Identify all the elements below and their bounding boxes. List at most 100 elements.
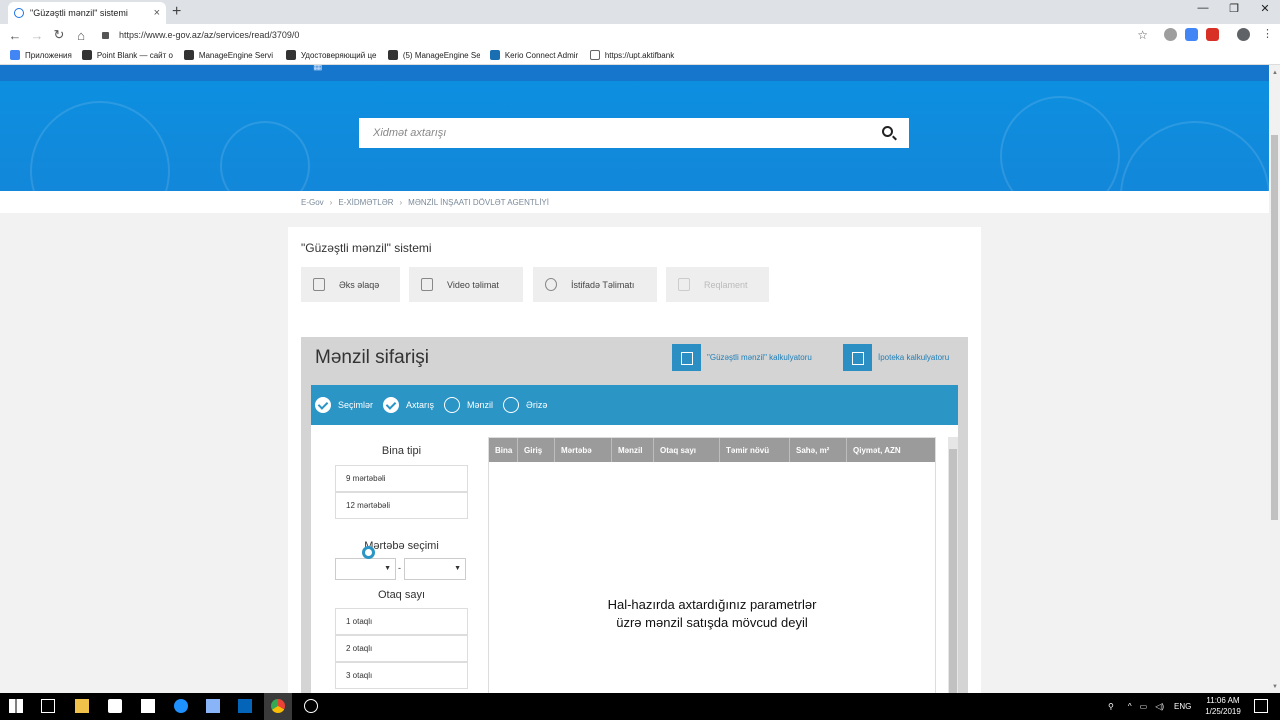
menu-dots-icon[interactable]: ⋮ — [1262, 27, 1275, 40]
windows-taskbar: ⚲ ^ ▭ ◁) ENG 11:06 AM 1/25/2019 — [0, 693, 1280, 720]
forward-arrow-icon[interactable]: → — [26, 28, 48, 43]
decoration-icon — [30, 101, 170, 191]
chrome-icon[interactable] — [271, 699, 285, 713]
search-icon[interactable] — [882, 126, 893, 137]
apps-grid-icon — [10, 50, 20, 60]
bookmark-apps[interactable]: Приложения — [10, 50, 72, 60]
store-icon[interactable] — [108, 699, 122, 713]
edge-browser-icon[interactable] — [174, 699, 188, 713]
mail-icon[interactable] — [141, 699, 155, 713]
check-circle-icon — [383, 397, 400, 413]
outlook-icon[interactable] — [238, 699, 252, 713]
manageengine-icon — [387, 50, 398, 60]
mortgage-calculator-link[interactable]: İpoteka kalkulyatoru — [843, 344, 949, 371]
user-guide-button[interactable]: İstifadə Təlimatı — [533, 267, 657, 302]
back-arrow-icon[interactable]: ← — [4, 28, 26, 43]
scroll-down-icon[interactable]: ▼ — [1272, 684, 1278, 690]
browser-tab[interactable]: "Güzəştli mənzil" sistemi × — [8, 2, 166, 24]
page-scrollbar[interactable]: ▲ ▼ — [1269, 65, 1280, 693]
tab-title: "Güzəştli mənzil" sistemi — [30, 8, 128, 18]
video-guide-button[interactable]: Video təlimat — [409, 267, 523, 302]
rooms-option[interactable]: 2 otaqlı — [335, 635, 468, 662]
pdf-extension-icon[interactable] — [1206, 28, 1219, 41]
minimize-button[interactable]: — — [1188, 2, 1218, 14]
bookmark-label: Kerio Connect Admir — [504, 50, 579, 60]
preferential-calculator-link[interactable]: "Güzəştli mənzil" kalkulyatoru — [672, 344, 812, 371]
page-icon — [589, 50, 600, 60]
house-icon — [843, 344, 872, 371]
range-dash: - — [398, 563, 401, 573]
bookmark-item[interactable]: Удостоверяющий це — [285, 50, 378, 60]
bookmark-item[interactable]: Kerio Connect Admir — [489, 50, 580, 60]
reload-icon[interactable]: ↻ — [48, 27, 70, 43]
calculator-icon — [672, 344, 701, 371]
step-label: Seçimlər — [338, 400, 374, 410]
windows-start-icon[interactable] — [9, 699, 23, 713]
floor-to-select[interactable]: ▼ — [404, 558, 466, 580]
volume-icon[interactable]: ◁) — [1155, 702, 1164, 711]
menu-grid-icon[interactable]: ▦ — [313, 65, 322, 72]
step-label: Mənzil — [467, 400, 494, 410]
service-card: "Güzəştli mənzil" sistemi Əks əlaqə Vide… — [288, 227, 981, 693]
bookmark-label: (5) ManageEngine Se — [402, 50, 480, 60]
clock-app-icon[interactable] — [304, 699, 318, 713]
floor-from-select[interactable]: ▼ — [335, 558, 396, 580]
feedback-button[interactable]: Əks əlaqə — [301, 267, 400, 302]
results-table: Bina Giriş Mərtəbə Mənzil Otaq sayı Təmi… — [488, 437, 936, 693]
scrollbar-thumb[interactable] — [949, 449, 957, 693]
clock-date: 1/25/2019 — [1205, 707, 1241, 716]
system-tray: ⚲ ^ ▭ ◁) ENG — [1108, 693, 1191, 720]
network-icon[interactable]: ▭ — [1140, 702, 1148, 711]
task-view-icon[interactable] — [41, 699, 55, 713]
lock-icon — [102, 31, 109, 39]
action-label: İstifadə Təlimatı — [571, 279, 635, 290]
extension-icon[interactable] — [1164, 28, 1177, 41]
breadcrumb-egov[interactable]: E-Gov — [301, 198, 324, 207]
certificate-icon — [285, 50, 296, 60]
bookmark-star-icon[interactable]: ☆ — [1137, 28, 1148, 42]
language-indicator[interactable]: ENG — [1174, 702, 1191, 711]
service-search-input[interactable]: Xidmət axtarışı — [359, 118, 909, 148]
floor-heading: Mərtəbə seçimi — [364, 540, 439, 552]
notifications-icon[interactable] — [1254, 699, 1268, 713]
address-bar[interactable]: https://www.e-gov.az/az/services/read/37… — [96, 25, 1154, 45]
rooms-heading: Otaq sayı — [377, 589, 426, 601]
empty-message-line: Hal-hazırda axtardığınız parametrlər — [607, 597, 817, 612]
bookmark-item[interactable]: https://upt.aktifbank — [589, 50, 690, 60]
translate-icon[interactable] — [1185, 28, 1198, 41]
bookmark-item[interactable]: Point Blank — сайт о — [81, 50, 174, 60]
step-search[interactable]: Axtarış — [383, 397, 434, 413]
document-icon — [678, 278, 690, 291]
close-window-button[interactable]: ✕ — [1250, 2, 1280, 15]
step-application[interactable]: Ərizə — [503, 397, 547, 413]
search-area: Bina tipi 9 mərtəbəli 12 mərtəbəli Mərtə… — [311, 425, 958, 693]
step-label: Axtarış — [406, 400, 435, 410]
rooms-option[interactable]: 1 otaqlı — [335, 608, 468, 635]
breadcrumb-separator: › — [399, 197, 403, 207]
step-apartment[interactable]: Mənzil — [444, 397, 493, 413]
regulation-button[interactable]: Reqlament — [666, 267, 769, 302]
bookmark-item[interactable]: ManageEngine Servi — [183, 50, 276, 60]
tray-expand-icon[interactable]: ^ — [1128, 702, 1132, 711]
calc-link-label: "Güzəştli mənzil" kalkulyatoru — [707, 353, 812, 362]
results-scrollbar[interactable] — [948, 437, 958, 693]
file-explorer-icon[interactable] — [75, 699, 89, 713]
scrollbar-thumb[interactable] — [1271, 135, 1278, 520]
bookmark-item[interactable]: (5) ManageEngine Se — [387, 50, 480, 60]
home-icon[interactable]: ⌂ — [70, 28, 92, 43]
network-app-icon[interactable] — [206, 699, 220, 713]
maximize-button[interactable]: ❐ — [1219, 2, 1249, 15]
scroll-up-icon[interactable]: ▲ — [1272, 70, 1278, 76]
tab-close-icon[interactable]: × — [154, 7, 160, 19]
breadcrumb-eservices[interactable]: E-XİDMƏTLƏR — [338, 198, 393, 207]
rooms-option[interactable]: 3 otaqlı — [335, 662, 468, 689]
building-type-option[interactable]: 9 mərtəbəli — [335, 465, 468, 492]
breadcrumb-agency[interactable]: MƏNZİL İNŞAATI DÖVLƏT AGENTLİYİ — [408, 198, 549, 207]
new-tab-button[interactable]: + — [172, 3, 181, 21]
building-type-option[interactable]: 12 mərtəbəli — [335, 492, 468, 519]
taskbar-clock[interactable]: 11:06 AM 1/25/2019 — [1198, 695, 1248, 717]
people-icon[interactable]: ⚲ — [1108, 702, 1114, 711]
action-label: Reqlament — [704, 279, 748, 290]
step-options[interactable]: Seçimlər — [315, 397, 373, 413]
profile-avatar[interactable] — [1237, 28, 1250, 41]
